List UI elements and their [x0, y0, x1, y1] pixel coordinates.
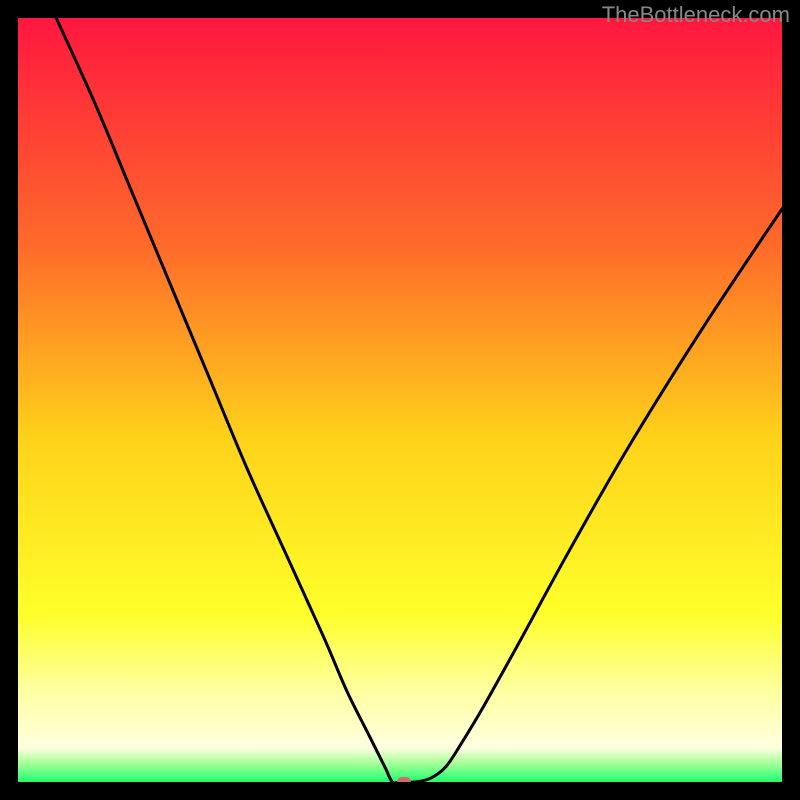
chart-plot-area [18, 18, 782, 782]
gradient-background [18, 18, 782, 782]
chart-svg [18, 18, 782, 782]
watermark-label: TheBottleneck.com [602, 2, 790, 28]
optimal-point-marker [397, 777, 411, 782]
